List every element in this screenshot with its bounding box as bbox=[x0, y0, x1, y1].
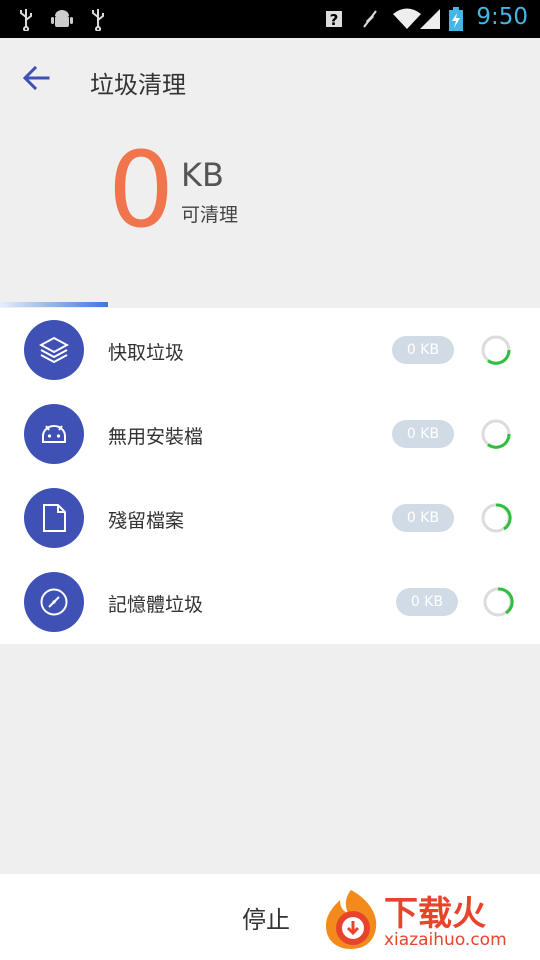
usb-icon bbox=[20, 9, 32, 31]
list-item-memory-junk[interactable]: 記憶體垃圾 0 KB bbox=[0, 560, 540, 644]
clock: 9:50 bbox=[476, 4, 528, 30]
watermark-text: 下载火 bbox=[384, 894, 486, 934]
file-icon bbox=[43, 504, 66, 532]
cleanable-caption: 可清理 bbox=[181, 204, 239, 226]
junk-category-list: 快取垃圾 0 KB 無用安裝檔 0 KB 殘留檔案 0 KB 記憶體垃圾 0 K… bbox=[0, 308, 540, 644]
loading-spinner-icon bbox=[481, 335, 511, 365]
size-badge: 0 KB bbox=[392, 420, 454, 448]
app-bar: 垃圾清理 bbox=[0, 38, 540, 122]
arrow-left-icon[interactable] bbox=[20, 62, 52, 94]
android-icon bbox=[42, 425, 66, 443]
watermark-url: xiazaihuo.com bbox=[384, 930, 507, 950]
loading-spinner-icon bbox=[483, 587, 514, 617]
layers-icon bbox=[39, 336, 69, 364]
usb-icon bbox=[92, 9, 104, 31]
list-item-useless-apk[interactable]: 無用安裝檔 0 KB bbox=[0, 392, 540, 476]
layers-icon-circle bbox=[24, 320, 84, 380]
page-title: 垃圾清理 bbox=[90, 71, 186, 99]
android-debug-icon bbox=[51, 10, 73, 27]
gauge-icon-circle bbox=[24, 572, 84, 632]
list-item-residual-files[interactable]: 殘留檔案 0 KB bbox=[0, 476, 540, 560]
list-item-cache-junk[interactable]: 快取垃圾 0 KB bbox=[0, 308, 540, 392]
cleanable-unit: KB bbox=[181, 156, 224, 194]
watermark: 下载火 xiazaihuo.com bbox=[318, 884, 536, 960]
list-item-label: 快取垃圾 bbox=[108, 342, 185, 364]
size-badge: 0 KB bbox=[392, 336, 454, 364]
size-badge: 0 KB bbox=[396, 588, 458, 616]
loading-spinner-icon bbox=[481, 419, 511, 449]
svg-text:?: ? bbox=[330, 11, 339, 29]
help-icon: ? bbox=[326, 11, 342, 29]
android-icon-circle bbox=[24, 404, 84, 464]
flame-logo-icon bbox=[326, 890, 377, 949]
status-bar: ? 9:50 bbox=[0, 0, 540, 38]
cleanable-amount: 0 bbox=[108, 129, 175, 251]
bottom-bar: 停止 下载火 xiazaihuo.com bbox=[0, 874, 540, 960]
loading-spinner-icon bbox=[481, 503, 512, 533]
file-icon-circle bbox=[24, 488, 84, 548]
stop-button[interactable]: 停止 bbox=[242, 900, 290, 935]
signal-icon bbox=[420, 9, 440, 29]
size-badge: 0 KB bbox=[392, 504, 454, 532]
list-item-label: 殘留檔案 bbox=[108, 510, 185, 532]
mute-icon bbox=[363, 10, 377, 28]
list-item-label: 無用安裝檔 bbox=[108, 426, 204, 448]
list-item-label: 記憶體垃圾 bbox=[108, 594, 204, 616]
battery-charging-icon bbox=[449, 7, 463, 31]
gauge-icon bbox=[40, 588, 68, 616]
scan-progress-bar bbox=[0, 302, 108, 307]
